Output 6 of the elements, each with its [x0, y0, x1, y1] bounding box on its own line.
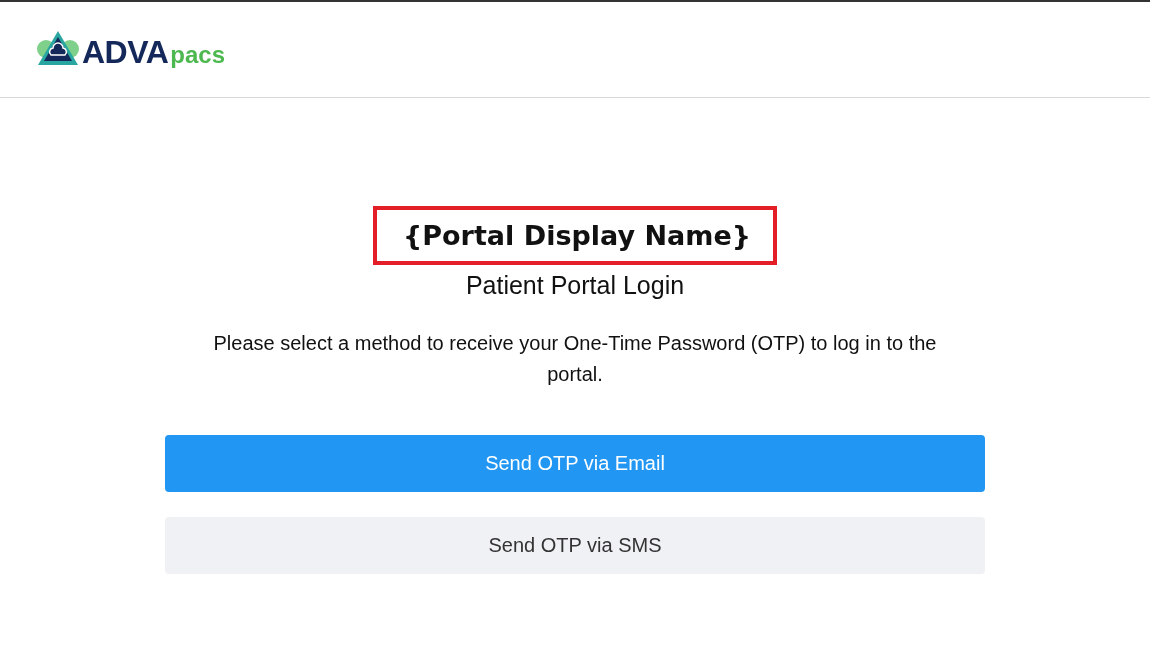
instructions: Please select a method to receive your One-Time Password (OTP) to log in to the portal.	[212, 331, 938, 387]
logo-suffix: pacs	[170, 40, 225, 69]
logo-brand: ADVA	[82, 33, 169, 71]
portal-name: {Portal Display Name}	[373, 206, 777, 265]
portal-title: Patient Portal Login	[465, 271, 685, 300]
send-otp-button[interactable]: Send OTP via SMS	[165, 517, 985, 574]
